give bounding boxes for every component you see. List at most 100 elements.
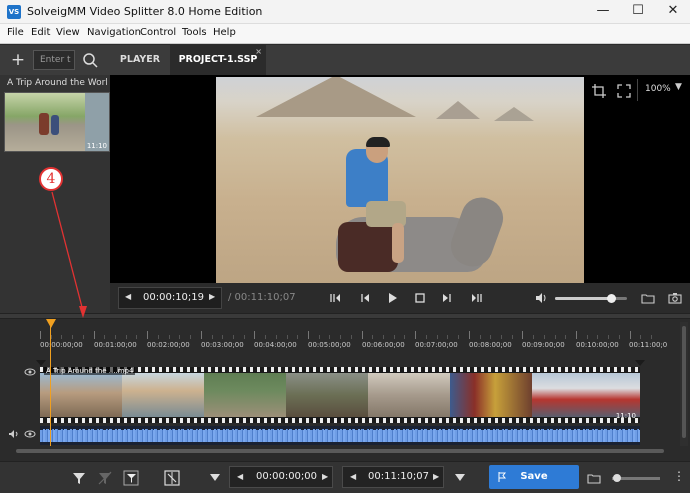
save-button[interactable]: Save <box>489 465 579 489</box>
rider-leg <box>392 223 404 263</box>
ruler-minor-tick <box>265 335 267 339</box>
ruler-minor-tick <box>115 335 117 339</box>
zoom-dropdown-icon[interactable]: ▼ <box>675 82 682 92</box>
minimize-button[interactable]: — <box>586 0 620 24</box>
audio-visibility-icon[interactable] <box>24 429 36 439</box>
search-input[interactable]: Enter t <box>33 50 75 70</box>
end-next-icon[interactable]: ▶ <box>433 472 439 481</box>
cut-segment-icon[interactable] <box>164 470 180 486</box>
end-time-field[interactable]: ◀ 00:11:10;07 ▶ <box>342 466 444 488</box>
ruler-minor-tick <box>372 335 374 339</box>
start-time-field[interactable]: ◀ 00:00:00;00 ▶ <box>229 466 333 488</box>
more-options-icon[interactable]: ⋮ <box>673 469 685 483</box>
menu-navigation[interactable]: Navigation <box>87 27 141 38</box>
current-time-field[interactable]: ◀ 00:00:10;19 ▶ <box>118 287 222 309</box>
ruler-minor-tick <box>350 335 352 339</box>
ruler-minor-tick <box>565 335 567 339</box>
app-logo: VS <box>7 5 21 19</box>
ruler-minor-tick <box>651 335 653 339</box>
menu-help[interactable]: Help <box>213 27 236 38</box>
start-prev-icon[interactable]: ◀ <box>237 472 243 481</box>
ruler-major-tick <box>93 331 95 339</box>
crop-button[interactable] <box>590 82 608 100</box>
menu-view[interactable]: View <box>56 27 80 38</box>
ruler-major-tick <box>468 331 470 339</box>
ruler-minor-tick <box>190 335 192 339</box>
filter-icon[interactable] <box>71 470 87 486</box>
filter-off-icon[interactable] <box>97 470 113 486</box>
menu-edit[interactable]: Edit <box>31 27 50 38</box>
mark-segment-icon[interactable] <box>123 470 139 486</box>
ruler-minor-tick <box>232 335 234 339</box>
video-visibility-icon[interactable] <box>24 367 36 377</box>
folder-icon[interactable] <box>641 291 655 305</box>
timeline-zoom-slider[interactable] <box>612 474 660 482</box>
end-prev-icon[interactable]: ◀ <box>350 472 356 481</box>
ruler-major-tick <box>147 331 149 339</box>
v-scroll-thumb[interactable] <box>682 326 686 438</box>
zoom-knob[interactable] <box>612 474 621 482</box>
video-track[interactable]: A Trip Around the ....mp4 11:10 <box>40 367 640 423</box>
prev-marker-icon[interactable] <box>328 291 342 305</box>
next-frame-icon[interactable] <box>440 291 454 305</box>
ruler-major-tick <box>415 331 417 339</box>
ruler-major-tick <box>629 331 631 339</box>
time-ruler[interactable]: 00:00:00;00 00:01:00;00 00:02:00;00 00:0… <box>40 327 667 365</box>
clip-duration: 11:10 <box>86 142 107 150</box>
in-marker[interactable] <box>36 360 46 366</box>
volume-icon[interactable] <box>534 291 548 305</box>
close-button[interactable]: ✕ <box>656 0 690 24</box>
menu-file[interactable]: File <box>7 27 24 38</box>
window-title: SolveigMM Video Splitter 8.0 Home Editio… <box>27 5 263 18</box>
start-marker-icon[interactable] <box>207 470 223 486</box>
timeline-v-scrollbar[interactable] <box>680 322 688 446</box>
time-prev-icon[interactable]: ◀ <box>125 292 131 301</box>
snapshot-icon[interactable] <box>668 291 682 305</box>
ruler-minor-tick <box>329 335 331 339</box>
search-button[interactable] <box>79 49 101 71</box>
volume-slider[interactable] <box>555 294 627 303</box>
ruler-minor-tick <box>533 335 535 339</box>
fullscreen-button[interactable] <box>615 82 633 100</box>
ruler-minor-tick <box>275 335 277 339</box>
volume-knob[interactable] <box>607 294 617 303</box>
menu-control[interactable]: Control <box>140 27 176 38</box>
volume-fill <box>555 297 612 300</box>
tab-project[interactable]: PROJECT-1.SSP × <box>170 45 266 75</box>
audio-track[interactable] <box>40 426 640 445</box>
menu-tools[interactable]: Tools <box>182 27 207 38</box>
ruler-minor-tick <box>436 335 438 339</box>
clip-thumbnail[interactable]: 11:10 <box>4 92 110 152</box>
maximize-button[interactable]: ☐ <box>621 0 655 24</box>
stop-icon[interactable] <box>413 291 427 305</box>
out-marker[interactable] <box>635 360 645 366</box>
total-time: / 00:11:10;07 <box>228 292 296 303</box>
play-icon[interactable] <box>385 291 399 305</box>
ruler-minor-tick <box>104 335 106 339</box>
ruler-minor-tick <box>458 335 460 339</box>
tab-close-icon[interactable]: × <box>255 47 262 57</box>
ruler-minor-tick <box>490 335 492 339</box>
prev-frame-icon[interactable] <box>358 291 372 305</box>
ruler-major-tick <box>200 331 202 339</box>
end-time: 00:11:10;07 <box>368 471 430 482</box>
tab-player[interactable]: PLAYER <box>110 45 170 75</box>
time-next-icon[interactable]: ▶ <box>209 292 215 301</box>
playhead-handle[interactable] <box>46 319 56 328</box>
timeline-h-scrollbar[interactable] <box>8 446 678 456</box>
add-file-button[interactable]: + <box>8 48 28 72</box>
start-next-icon[interactable]: ▶ <box>322 472 328 481</box>
thumbnail-frame <box>286 373 368 417</box>
end-marker-icon[interactable] <box>452 470 468 486</box>
h-scroll-thumb[interactable] <box>16 449 664 453</box>
zoom-level[interactable]: 100% <box>645 84 671 94</box>
audio-mute-icon[interactable] <box>8 429 20 439</box>
video-player[interactable]: 100% ▼ <box>110 75 690 283</box>
output-folder-icon[interactable] <box>587 471 601 485</box>
divider <box>637 79 638 101</box>
ruler-minor-tick <box>447 335 449 339</box>
app-window: VS SolveigMM Video Splitter 8.0 Home Edi… <box>0 0 690 493</box>
next-marker-icon[interactable] <box>470 291 484 305</box>
tick-label: 00:10:00;00 <box>576 341 619 349</box>
ruler-minor-tick <box>72 335 74 339</box>
